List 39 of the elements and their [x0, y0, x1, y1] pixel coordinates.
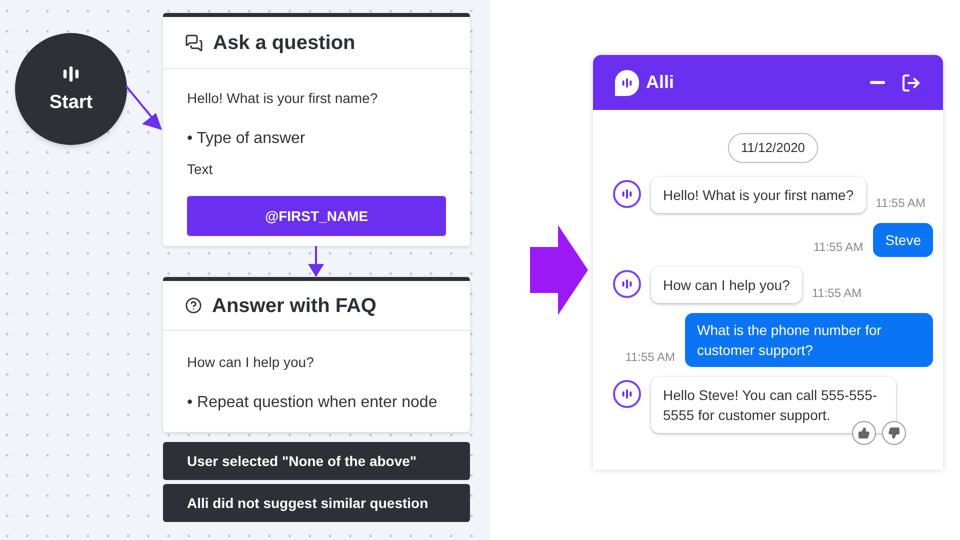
message-time: 11:55 AM — [876, 196, 926, 210]
start-node[interactable]: Start — [15, 33, 127, 145]
bot-message-bubble: Hello Steve! You can call 555-555-5555 for customer support. — [651, 376, 896, 432]
chat-icon — [185, 34, 203, 52]
option-text: • Type of answer — [187, 129, 306, 149]
connector-arrow — [124, 84, 164, 132]
message-time: 11:55 AM — [813, 240, 864, 254]
message-time: 11:55 AM — [812, 286, 862, 300]
thumbs-down-icon — [888, 426, 900, 438]
thumbs-up-icon — [858, 426, 870, 438]
message-time: 11:55 AM — [625, 350, 675, 364]
chat-logo-icon — [615, 70, 639, 96]
option-text: • Repeat question when enter node — [187, 393, 438, 413]
answer-faq-node[interactable]: Answer with FAQ How can I help you? • Repeat question when enter node — [163, 277, 470, 432]
exit-button[interactable] — [901, 72, 921, 92]
user-message-bubble: Steve — [873, 222, 933, 256]
start-label: Start — [49, 90, 93, 115]
branch-label[interactable]: Alli did not suggest similar question — [163, 484, 470, 522]
bot-avatar — [613, 270, 641, 298]
branch-label[interactable]: User selected "None of the above" — [163, 442, 470, 480]
ask-question-node[interactable]: Ask a question Hello! What is your first name? • Type of answer Text @FIRST_NAME — [163, 13, 470, 246]
connector-arrow — [306, 246, 326, 278]
question-text: How can I help you? — [187, 353, 315, 372]
node-title: Ask a question — [213, 30, 356, 56]
help-icon — [185, 297, 202, 314]
answer-type-text: Text — [187, 160, 214, 179]
thumbs-down-button[interactable] — [882, 420, 906, 444]
date-pill: 11/12/2020 — [728, 133, 818, 162]
bot-avatar — [613, 380, 641, 408]
node-title: Answer with FAQ — [212, 294, 376, 318]
exit-icon — [901, 72, 921, 92]
variable-button[interactable]: @FIRST_NAME — [187, 196, 446, 236]
minimize-icon — [870, 81, 885, 84]
user-message-bubble: What is the phone number for customer support? — [685, 312, 933, 366]
chat-title: Alli — [646, 71, 674, 94]
bot-message-bubble: Hello! What is your first name? — [651, 176, 866, 212]
bot-avatar — [613, 180, 641, 208]
bot-message-bubble: How can I help you? — [651, 266, 802, 302]
question-text: Hello! What is your first name? — [187, 89, 379, 108]
